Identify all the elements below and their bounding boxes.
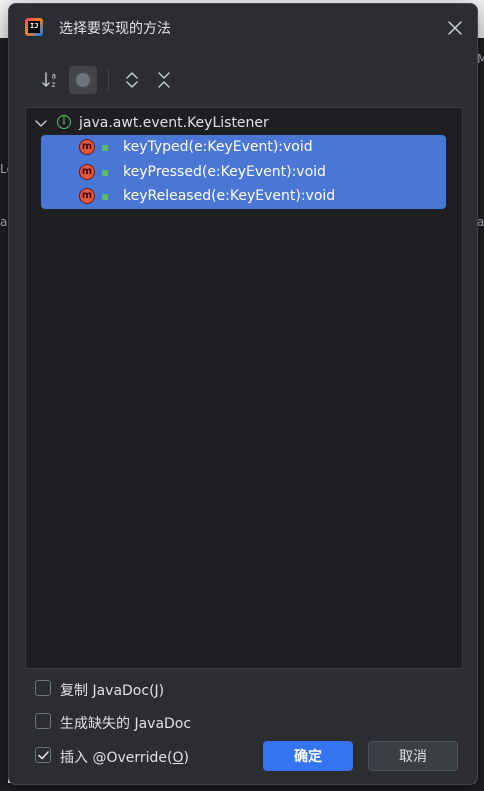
dialog-titlebar[interactable]: IJ 选择要实现的方法 (9, 4, 477, 52)
method-label: keyTyped(e:KeyEvent):void (123, 139, 313, 155)
tree-toolbar: a z (33, 66, 473, 98)
sort-alphabetically-icon: a z (42, 72, 56, 89)
public-visibility-icon (102, 170, 108, 176)
tree-node-method-keyreleased[interactable]: m keyReleased(e:KeyEvent):void (41, 185, 446, 209)
intellij-logo-icon: IJ (25, 18, 43, 36)
tree-node-keylistener[interactable]: I java.awt.event.KeyListener (26, 113, 456, 135)
show-classes-icon (76, 73, 90, 87)
tree-node-method-keypressed[interactable]: m keyPressed(e:KeyEvent):void (41, 161, 446, 185)
generate-javadoc-label: 生成缺失的 JavaDoc (60, 716, 192, 732)
method-icon: m (79, 188, 95, 204)
methods-tree[interactable]: I java.awt.event.KeyListener m keyTyped(… (25, 107, 463, 669)
ok-button[interactable]: 确定 (263, 741, 353, 771)
public-visibility-icon (102, 194, 108, 200)
show-classes-button[interactable] (69, 66, 97, 94)
background-text-left-mid: a (0, 215, 8, 229)
method-icon: m (79, 164, 95, 180)
background-ide-left (0, 38, 8, 791)
dialog-title: 选择要实现的方法 (59, 21, 171, 37)
svg-text:z: z (52, 80, 56, 89)
sort-alphabetically-button[interactable]: a z (37, 66, 65, 94)
background-text-right-mid: a (477, 215, 484, 229)
background-text-right-top: M (477, 52, 484, 66)
method-label: keyPressed(e:KeyEvent):void (123, 164, 326, 180)
collapse-all-icon (158, 72, 170, 88)
generate-javadoc-checkbox[interactable] (35, 713, 51, 729)
public-visibility-icon (102, 145, 108, 151)
checkmark-icon (38, 751, 49, 760)
tree-node-method-keytyped[interactable]: m keyTyped(e:KeyEvent):void (41, 136, 446, 160)
cancel-button[interactable]: 取消 (368, 741, 458, 771)
implement-methods-dialog: IJ 选择要实现的方法 a z I java.awt.event.KeyList… (8, 3, 478, 785)
generate-javadoc-option[interactable]: 生成缺失的 JavaDoc (35, 711, 335, 733)
method-icon: m (79, 139, 95, 155)
toolbar-separator (108, 70, 109, 92)
copy-javadoc-checkbox[interactable] (35, 680, 51, 696)
tree-node-label: java.awt.event.KeyListener (79, 115, 269, 131)
method-label: keyReleased(e:KeyEvent):void (123, 188, 336, 204)
chevron-down-icon[interactable] (34, 117, 48, 131)
close-icon (448, 21, 462, 35)
expand-all-button[interactable] (118, 66, 146, 94)
insert-override-label: 插入 @Override(O) (60, 750, 189, 766)
copy-javadoc-label: 复制 JavaDoc(J) (60, 683, 165, 699)
collapse-all-button[interactable] (150, 66, 178, 94)
copy-javadoc-option[interactable]: 复制 JavaDoc(J) (35, 678, 335, 700)
close-button[interactable] (445, 18, 465, 38)
interface-icon: I (57, 115, 71, 129)
insert-override-checkbox[interactable] (35, 747, 51, 763)
expand-all-icon (126, 72, 138, 88)
